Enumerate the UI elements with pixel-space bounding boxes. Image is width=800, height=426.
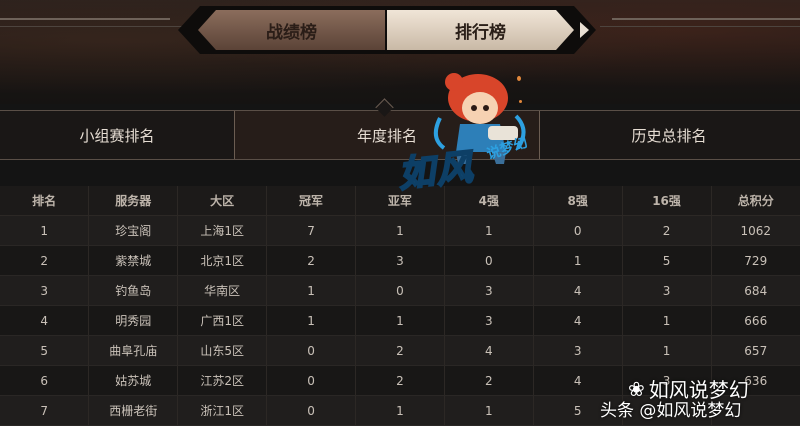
cell-champion: 2: [266, 245, 356, 276]
decorative-line: [612, 18, 800, 20]
cell-region: 浙江1区: [177, 395, 267, 426]
header-rank: 排名: [0, 186, 89, 216]
cell-top4: 1: [443, 215, 534, 246]
cell-region: 上海1区: [177, 215, 267, 246]
header-top8: 8强: [532, 186, 623, 216]
cell-top4: 0: [443, 245, 534, 276]
cell-top16: 5: [621, 245, 711, 276]
cell-server: 紫禁城: [88, 245, 178, 276]
cell-top16: 2: [621, 215, 711, 246]
cell-top4: 3: [443, 275, 534, 306]
cell-top8: 0: [532, 215, 623, 246]
cell-region: 北京1区: [177, 245, 267, 276]
cell-region: 广西1区: [177, 305, 267, 336]
decorative-line: [600, 26, 800, 27]
cell-top16: 3: [621, 275, 711, 306]
cell-runner-up: 2: [355, 365, 445, 396]
cell-server: 曲阜孔庙: [88, 335, 178, 366]
tab-record-board[interactable]: 战绩榜: [198, 10, 385, 50]
cell-rank: 2: [0, 245, 89, 276]
header-total-points: 总积分: [710, 186, 800, 216]
cell-runner-up: 1: [355, 305, 445, 336]
arrow-right-icon[interactable]: [580, 22, 589, 38]
table-row: 2 紫禁城 北京1区 2 3 0 1 5 729: [0, 245, 800, 276]
cell-champion: 7: [266, 215, 356, 246]
cell-server: 钓鱼岛: [88, 275, 178, 306]
cell-top4: 2: [443, 365, 534, 396]
cell-top16: 1: [621, 305, 711, 336]
cell-top4: 4: [443, 335, 534, 366]
cell-rank: 1: [0, 215, 89, 246]
watermark-logo-text: 如风: [395, 146, 477, 197]
cell-rank: 3: [0, 275, 89, 306]
tab-ranking-board[interactable]: 排行榜: [387, 10, 574, 50]
decorative-line: [0, 26, 182, 27]
cell-runner-up: 1: [355, 395, 445, 426]
cell-total-points: 729: [710, 245, 800, 276]
cell-runner-up: 2: [355, 335, 445, 366]
header-champion: 冠军: [266, 186, 356, 216]
cell-rank: 6: [0, 365, 89, 396]
cell-server: 西栅老街: [88, 395, 178, 426]
cell-top16: 1: [621, 335, 711, 366]
cell-top8: 4: [532, 275, 623, 306]
table-row: 1 珍宝阁 上海1区 7 1 1 0 2 1062: [0, 215, 800, 246]
cell-top4: 3: [443, 305, 534, 336]
cell-top4: 1: [443, 395, 534, 426]
main-tab-bar: 战绩榜 排行榜: [178, 6, 596, 54]
cell-rank: 4: [0, 305, 89, 336]
cell-top8: 4: [532, 305, 623, 336]
decorative-line: [0, 18, 170, 20]
cell-champion: 1: [266, 305, 356, 336]
tab-historical-ranking[interactable]: 历史总排名: [538, 111, 800, 159]
tab-group-stage-ranking[interactable]: 小组赛排名: [0, 111, 234, 159]
cell-champion: 0: [266, 365, 356, 396]
header-region: 大区: [177, 186, 267, 216]
cell-region: 山东5区: [177, 335, 267, 366]
cell-server: 珍宝阁: [88, 215, 178, 246]
cell-rank: 7: [0, 395, 89, 426]
cell-rank: 5: [0, 335, 89, 366]
cell-region: 华南区: [177, 275, 267, 306]
cell-top8: 1: [532, 245, 623, 276]
cell-top8: 3: [532, 335, 623, 366]
table-row: 3 钓鱼岛 华南区 1 0 3 4 3 684: [0, 275, 800, 306]
table-row: 4 明秀园 广西1区 1 1 3 4 1 666: [0, 305, 800, 336]
cell-region: 江苏2区: [177, 365, 267, 396]
cell-total-points: 657: [710, 335, 800, 366]
cell-champion: 0: [266, 395, 356, 426]
footer-watermark-line2: 头条 @如风说梦幻: [600, 401, 742, 421]
cell-server: 姑苏城: [88, 365, 178, 396]
cell-total-points: 684: [710, 275, 800, 306]
cell-top8: 4: [532, 365, 623, 396]
cell-runner-up: 0: [355, 275, 445, 306]
table-row: 5 曲阜孔庙 山东5区 0 2 4 3 1 657: [0, 335, 800, 366]
cell-champion: 0: [266, 335, 356, 366]
cell-runner-up: 1: [355, 215, 445, 246]
cell-champion: 1: [266, 275, 356, 306]
cell-total-points: 666: [710, 305, 800, 336]
header-server: 服务器: [88, 186, 178, 216]
cell-server: 明秀园: [88, 305, 178, 336]
cell-runner-up: 3: [355, 245, 445, 276]
header-top16: 16强: [621, 186, 711, 216]
cell-total-points: 1062: [710, 215, 800, 246]
